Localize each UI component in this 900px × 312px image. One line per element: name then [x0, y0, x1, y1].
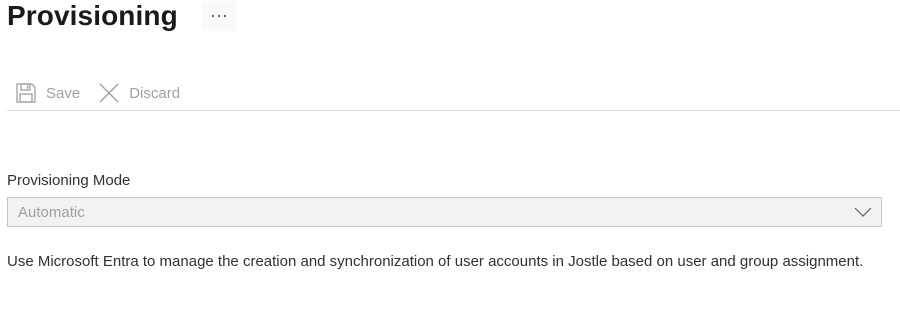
- save-button-label: Save: [46, 84, 81, 102]
- discard-button[interactable]: Discard: [98, 78, 180, 108]
- more-options-button[interactable]: [201, 1, 236, 31]
- save-floppy-icon: [15, 82, 37, 104]
- provisioning-mode-value: Automatic: [18, 203, 85, 221]
- chevron-down-icon: [853, 202, 873, 222]
- close-x-icon: [98, 82, 120, 104]
- page-header: Provisioning: [7, 0, 236, 36]
- page-title: Provisioning: [7, 0, 178, 31]
- command-bar: Save Discard: [7, 76, 900, 110]
- toolbar-divider: [7, 110, 900, 111]
- save-button[interactable]: Save: [15, 78, 80, 108]
- provisioning-mode-label: Provisioning Mode: [7, 172, 131, 189]
- provisioning-mode-description: Use Microsoft Entra to manage the creati…: [7, 253, 864, 270]
- discard-button-label: Discard: [129, 84, 181, 102]
- more-ellipsis-icon: [211, 14, 227, 18]
- provisioning-mode-dropdown[interactable]: Automatic: [7, 197, 882, 227]
- provisioning-page: Provisioning Save Discard Provisioning M…: [0, 0, 900, 312]
